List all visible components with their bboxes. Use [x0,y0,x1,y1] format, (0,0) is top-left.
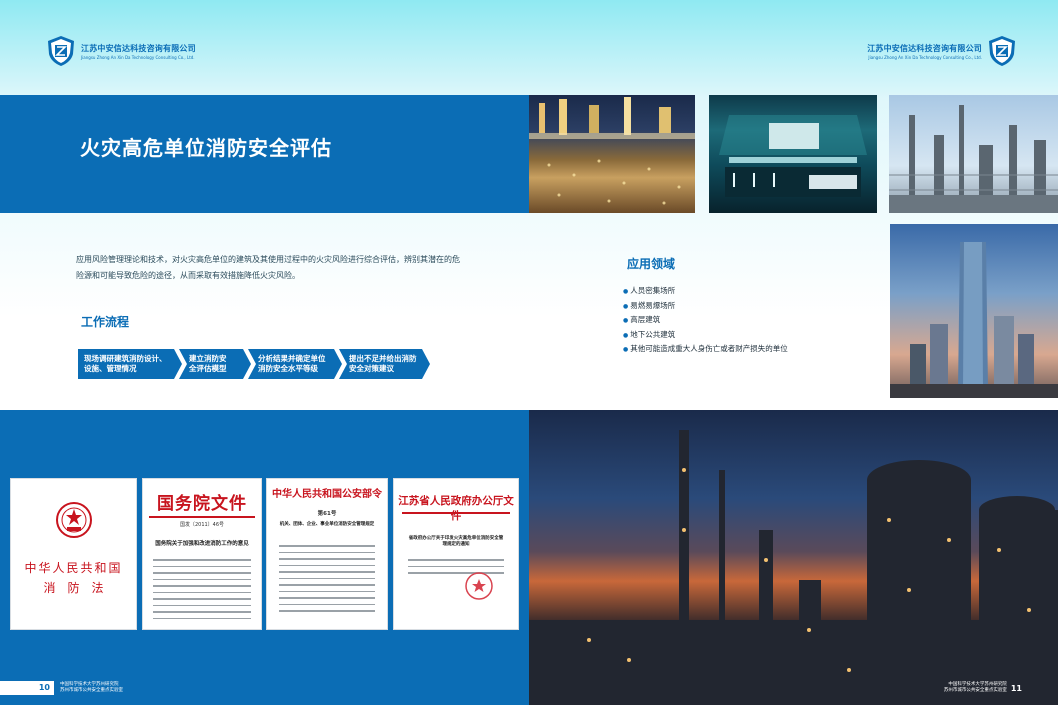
ministry-subject: 机关、团体、企业、事业单位消防安全管理规定 [279,522,375,527]
intro-paragraph: 应用风险管理理论和技术，对火灾高危单位的建筑及其使用过程中的火灾风险进行综合评估… [76,255,460,280]
jiangsu-subject: 省政府办公厅关于印发火灾高危单位消防安全管理规定的通知 [408,536,504,547]
crowd-night-photo [529,95,695,213]
company-name: 江苏中安信达科技咨询有限公司 [81,43,196,53]
state-council-num: 国发〔2011〕46号 [179,522,225,528]
shield-icon [47,35,75,67]
official-seal-icon [465,572,493,600]
domain-item: 易燃易爆场所 [623,299,788,314]
skyscraper-photo [890,224,1058,398]
workflow-step-2: 建立消防安 全评估模型 [179,349,251,379]
law-title-line2: 消 防 法 [43,581,104,595]
workflow-step-4: 提出不足并给出消防 安全对策建议 [339,349,430,379]
subway-station-photo [709,95,877,213]
refinery-night-photo [529,410,1058,705]
company-name-en-right: Jiangsu Zhong An Xin Da Technology Consu… [868,54,982,60]
domain-item: 人员密集场所 [623,284,788,299]
jiangsu-provincial-document: 江苏省人民政府办公厅文件 省政府办公厅关于印发火灾高危单位消防安全管理规定的通知 [393,478,519,630]
company-name-en: Jiangsu Zhong An Xin Da Technology Consu… [81,54,195,60]
workflow-steps: 现场调研建筑消防设计、 设施、管理情况 建立消防安 全评估模型 分析结果并确定单位消… [78,349,430,379]
ministry-num: 第61号 [317,511,337,517]
page-number-right: 11 [1010,683,1022,693]
right-footer: 中国科学技术大学苏州研究院 苏州市城市公共安全重点实验室 11 [944,682,1022,694]
company-logo-right: 江苏中安信达科技咨询有限公司 Jiangsu Zhong An Xin Da T… [867,35,1016,67]
domain-heading: 应用领域 [627,257,676,271]
company-logo: 江苏中安信达科技咨询有限公司 Jiangsu Zhong An Xin Da T… [47,35,196,67]
company-name-right: 江苏中安信达科技咨询有限公司 [867,43,982,53]
right-page: 江苏中安信达科技咨询有限公司 Jiangsu Zhong An Xin Da T… [529,0,1058,705]
law-title-line1: 中华人民共和国 [24,561,123,575]
state-council-head: 国务院文件 [157,494,247,514]
footer-line2: 苏州市城市公共安全重点实验室 [60,688,123,693]
refinery-day-photo [889,95,1058,213]
footer-line2-right: 苏州市城市公共安全重点实验室 [943,688,1007,693]
national-emblem-icon [56,502,92,538]
jiangsu-head: 江苏省人民政府办公厅文件 [398,495,514,522]
workflow-step-3: 分析结果并确定单位 消防安全水平等级 [248,349,342,379]
left-page: 江苏中安信达科技咨询有限公司 Jiangsu Zhong An Xin Da T… [0,0,529,705]
page-number: 10 [0,681,54,695]
ministry-head: 中华人民共和国公安部令 [272,489,382,500]
fire-law-document: 中华人民共和国 消 防 法 [10,478,137,630]
domain-list: 人员密集场所 易燃易爆场所 高层建筑 地下公共建筑 其他可能造成重大人身伤亡或者… [623,284,788,357]
page-title: 火灾高危单位消防安全评估 [80,136,332,160]
workflow-heading: 工作流程 [81,315,130,329]
state-council-subject: 国务院关于加强和改进消防工作的意见 [155,541,249,547]
domain-item: 其他可能造成重大人身伤亡或者财产损失的单位 [623,342,788,357]
shield-icon [988,35,1016,67]
ministry-decree-document: 中华人民共和国公安部令 第61号 机关、团体、企业、事业单位消防安全管理规定 [266,478,388,630]
domain-item: 地下公共建筑 [623,328,788,343]
left-footer: 10 中国科学技术大学苏州研究院 苏州市城市公共安全重点实验室 [0,681,123,695]
domain-item: 高层建筑 [623,313,788,328]
state-council-document: 国务院文件 国发〔2011〕46号 国务院关于加强和改进消防工作的意见 [142,478,262,630]
workflow-step-1: 现场调研建筑消防设计、 设施、管理情况 [78,349,182,379]
